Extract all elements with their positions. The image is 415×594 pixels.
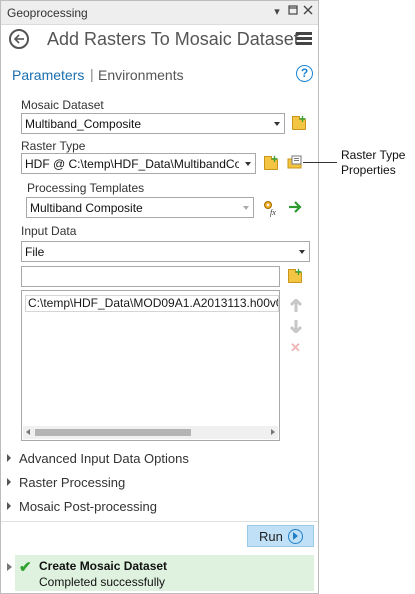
raster-type-select[interactable]: HDF @ C:\temp\HDF_Data\MultibandCo	[21, 153, 256, 174]
tab-separator: |	[90, 66, 94, 82]
mosaic-dataset-value: Multiband_Composite	[25, 117, 142, 131]
scroll-left-icon[interactable]	[26, 429, 30, 435]
move-down-icon[interactable]	[289, 319, 303, 335]
menu-icon[interactable]	[296, 32, 312, 46]
mosaic-dataset-label: Mosaic Dataset	[21, 98, 104, 112]
section-raster-processing-label: Raster Processing	[19, 475, 126, 490]
chevron-right-icon	[7, 478, 11, 486]
browse-folder-icon[interactable]: +	[291, 113, 309, 133]
raster-function-editor-icon[interactable]: fx	[262, 199, 280, 217]
input-path-field[interactable]	[21, 266, 280, 287]
input-data-label: Input Data	[21, 224, 77, 238]
scroll-right-icon[interactable]	[271, 429, 275, 435]
processing-templates-select[interactable]: Multiband Composite	[26, 197, 254, 218]
check-icon: ✔	[19, 559, 32, 576]
pane-titlebar: Geoprocessing ▾	[1, 1, 318, 25]
back-button[interactable]	[9, 29, 29, 49]
callout-line1: Raster Type	[341, 148, 406, 162]
section-advanced-input[interactable]: Advanced Input Data Options	[7, 451, 189, 466]
run-button-label: Run	[259, 529, 283, 544]
input-data-list[interactable]: C:\temp\HDF_Data\MOD09A1.A2013113.h00v08	[21, 290, 280, 441]
status-detail: Completed successfully	[39, 575, 166, 589]
move-up-icon[interactable]	[289, 297, 303, 313]
run-bar: Run	[1, 521, 318, 549]
chevron-right-icon	[7, 502, 11, 510]
chevron-down-icon	[274, 122, 280, 126]
chevron-down-icon	[245, 162, 251, 166]
list-item[interactable]: C:\temp\HDF_Data\MOD09A1.A2013113.h00v08	[25, 295, 279, 312]
horizontal-scrollbar[interactable]	[23, 426, 278, 439]
svg-text:fx: fx	[270, 208, 276, 217]
raster-type-properties-icon[interactable]	[287, 155, 305, 173]
section-raster-processing[interactable]: Raster Processing	[7, 475, 125, 490]
scrollbar-thumb[interactable]	[35, 429, 191, 436]
pane-menu-icon[interactable]: ▾	[269, 4, 285, 20]
expand-status-icon[interactable]	[7, 563, 12, 571]
processing-templates-label: Processing Templates	[27, 181, 145, 195]
status-title: Create Mosaic Dataset	[39, 559, 168, 573]
callout-line2: Properties	[341, 163, 396, 177]
raster-type-label: Raster Type	[21, 139, 86, 153]
tab-parameters[interactable]: Parameters	[12, 67, 84, 83]
pane-title: Geoprocessing	[7, 6, 88, 20]
chevron-down-icon	[243, 206, 249, 210]
mosaic-dataset-select[interactable]: Multiband_Composite	[21, 113, 285, 134]
section-mosaic-post-processing[interactable]: Mosaic Post-processing	[7, 499, 157, 514]
run-play-icon	[288, 529, 303, 544]
browse-folder-icon[interactable]: +	[263, 153, 281, 173]
close-icon[interactable]	[300, 4, 316, 20]
apply-arrow-icon[interactable]	[287, 199, 305, 217]
raster-type-value: HDF @ C:\temp\HDF_Data\MultibandCo	[25, 157, 239, 171]
back-arrow-icon	[13, 34, 24, 44]
processing-templates-value: Multiband Composite	[30, 201, 143, 215]
tool-title: Add Rasters To Mosaic Dataset	[47, 29, 299, 49]
maximize-icon[interactable]	[285, 4, 301, 20]
status-message: ✔ Create Mosaic Dataset Completed succes…	[15, 555, 314, 591]
geoprocessing-pane: Geoprocessing ▾ Add Rasters To Mosaic Da…	[0, 0, 319, 594]
tab-environments[interactable]: Environments	[98, 67, 184, 83]
tool-header: Add Rasters To Mosaic Dataset	[1, 25, 318, 57]
chevron-right-icon	[7, 454, 11, 462]
callout-line	[303, 162, 337, 163]
help-icon[interactable]: ?	[296, 65, 313, 82]
section-mosaic-post-processing-label: Mosaic Post-processing	[19, 499, 157, 514]
input-type-value: File	[25, 245, 45, 259]
input-type-select[interactable]: File	[21, 241, 310, 262]
callout-raster-type-properties: Raster Type Properties	[341, 148, 405, 178]
chevron-down-icon	[299, 250, 305, 254]
tool-tabs: Parameters | Environments ?	[1, 63, 318, 87]
section-advanced-input-label: Advanced Input Data Options	[19, 451, 189, 466]
remove-icon[interactable]: ✕	[290, 340, 301, 356]
status-panel: ✔ Create Mosaic Dataset Completed succes…	[1, 551, 318, 593]
run-button[interactable]: Run	[247, 525, 314, 547]
browse-folder-icon[interactable]: +	[287, 266, 305, 286]
